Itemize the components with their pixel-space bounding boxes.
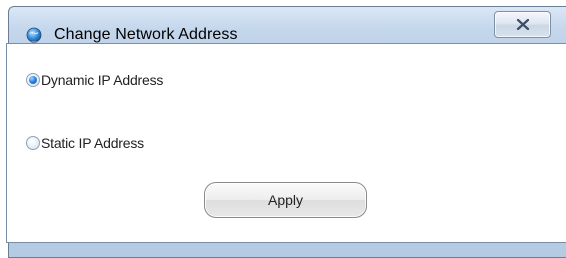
static-ip-radio[interactable]: [26, 136, 40, 150]
dynamic-ip-label: Dynamic IP Address: [41, 72, 164, 88]
close-button[interactable]: [494, 11, 551, 38]
close-icon: [516, 19, 530, 30]
window-title: Change Network Address: [54, 26, 238, 43]
dynamic-ip-option[interactable]: Dynamic IP Address: [26, 71, 163, 89]
static-ip-option[interactable]: Static IP Address: [26, 134, 144, 152]
apply-button[interactable]: Apply: [204, 182, 367, 218]
dynamic-ip-radio[interactable]: [26, 73, 40, 87]
static-ip-label: Static IP Address: [41, 135, 144, 151]
